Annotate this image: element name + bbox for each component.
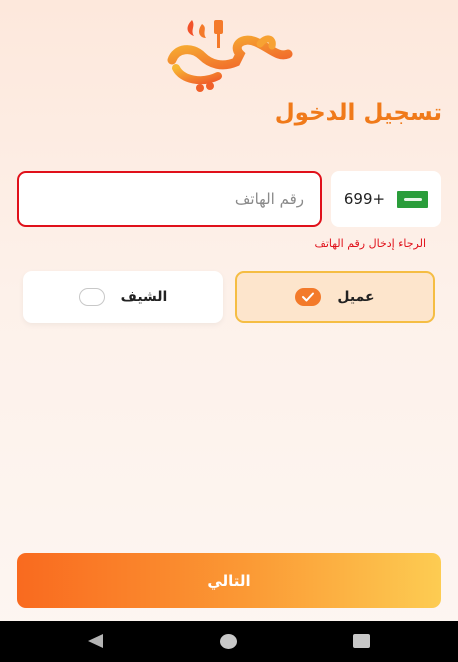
system-nav-bar bbox=[0, 621, 458, 662]
saudi-flag-icon bbox=[397, 190, 429, 208]
role-label-client: عميل bbox=[337, 289, 375, 305]
role-option-client[interactable]: عميل bbox=[235, 271, 435, 323]
phone-field[interactable] bbox=[17, 171, 322, 227]
home-icon[interactable] bbox=[220, 634, 237, 649]
app-logo bbox=[167, 20, 293, 92]
check-icon bbox=[295, 288, 322, 306]
page-title: تسجيل الدخول bbox=[274, 100, 442, 126]
phone-error-message: الرجاء إدخال رقم الهاتف bbox=[314, 237, 426, 250]
next-button[interactable]: التالي bbox=[17, 553, 441, 608]
role-label-chef: الشيف bbox=[120, 289, 168, 305]
country-code-selector[interactable]: 699+ bbox=[331, 171, 441, 227]
radio-empty-icon bbox=[78, 288, 105, 306]
recent-apps-icon[interactable] bbox=[353, 634, 370, 648]
role-option-chef[interactable]: الشيف bbox=[23, 271, 223, 323]
country-code: 699+ bbox=[343, 190, 386, 208]
phone-input[interactable] bbox=[19, 173, 320, 225]
back-icon[interactable] bbox=[88, 634, 103, 648]
